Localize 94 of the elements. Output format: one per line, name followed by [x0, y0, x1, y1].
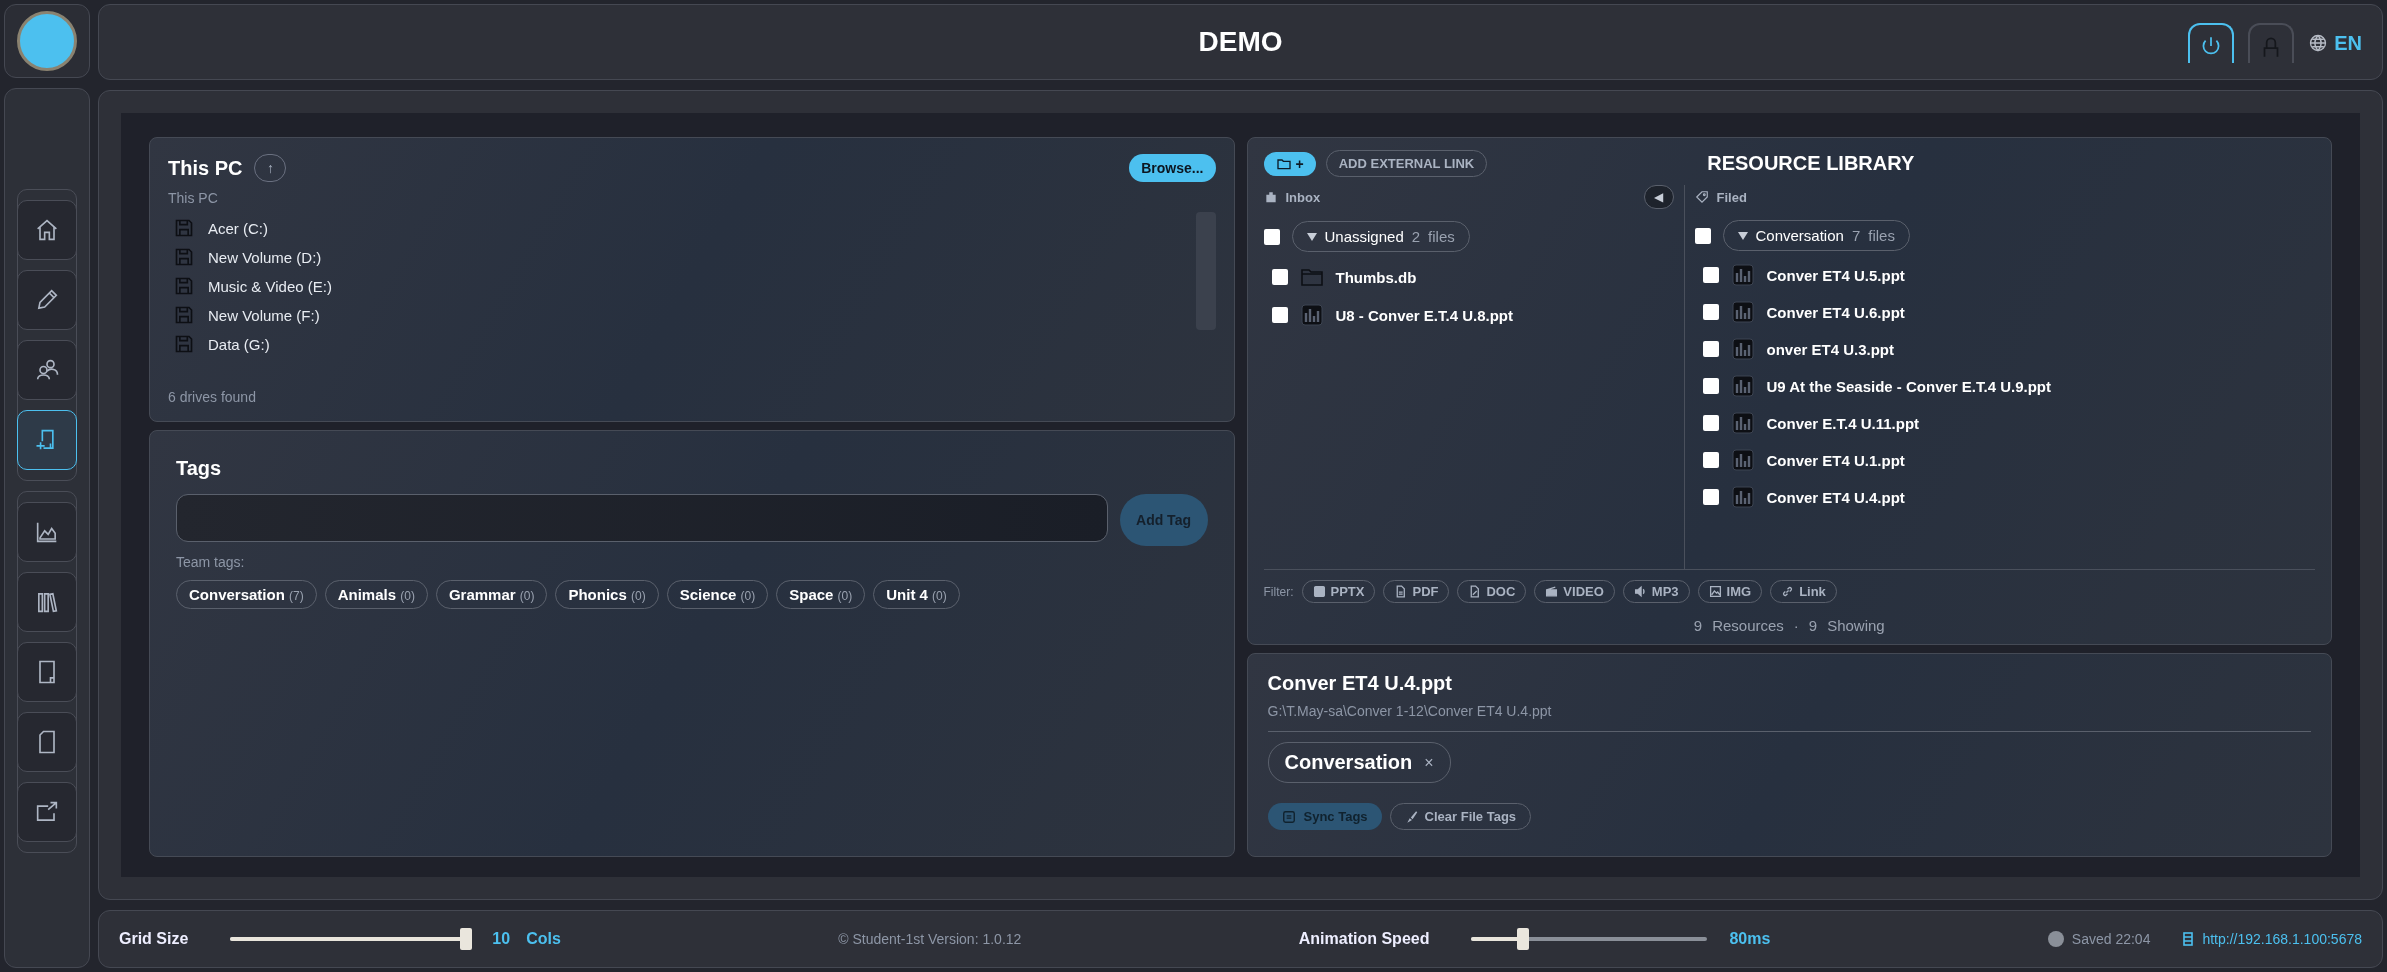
browse-button[interactable]: Browse...	[1129, 154, 1216, 182]
library-nav-button[interactable]	[17, 572, 77, 632]
home-nav-button[interactable]	[17, 200, 77, 260]
pdf-file-icon	[1394, 585, 1408, 598]
saved-status: Saved 22:04	[2071, 931, 2151, 947]
drive-item[interactable]: Data (G:)	[208, 335, 270, 353]
people-nav-button[interactable]	[17, 340, 77, 400]
app-title: DEMO	[1198, 26, 1283, 58]
drive-count: 6 drives found	[168, 389, 257, 405]
file-name[interactable]: Conver E.T.4 U.11.ppt	[1766, 414, 1920, 432]
pane-label: Filed	[1716, 189, 1747, 205]
checkbox[interactable]	[1702, 304, 1719, 320]
server-url-link[interactable]: http://192.168.1.100:5678	[2202, 931, 2362, 947]
speaker-icon	[1633, 585, 1647, 598]
checkbox[interactable]	[1702, 489, 1719, 505]
caret-down-icon	[1737, 231, 1748, 240]
checkbox[interactable]	[1271, 307, 1288, 323]
sync-icon	[1281, 809, 1296, 824]
animation-speed-label: Animation Speed	[1298, 930, 1430, 948]
chart-nav-button[interactable]	[17, 502, 77, 562]
animation-speed-value: 80ms	[1729, 930, 1771, 948]
file-name[interactable]: Conver ET4 U.1.ppt	[1766, 451, 1905, 469]
caret-down-icon	[1306, 232, 1317, 241]
bar-chart-file-icon	[1730, 337, 1755, 361]
tablet-nav-button[interactable]	[17, 642, 77, 702]
drive-item[interactable]: New Volume (F:)	[208, 306, 320, 324]
resource-count: 9	[1693, 617, 1703, 634]
bar-chart-file-icon	[1730, 485, 1755, 509]
checkbox[interactable]	[1271, 269, 1288, 285]
file-name[interactable]: Thumbs.db	[1335, 268, 1417, 286]
page-nav-button[interactable]	[17, 712, 77, 772]
drive-item[interactable]: New Volume (D:)	[208, 248, 322, 266]
tag-name: Conversation	[1284, 751, 1413, 774]
inbox-icon	[1263, 190, 1278, 204]
file-path: G:\T.May-sa\Conver 1-12\Conver ET4 U.4.ppt	[1267, 703, 2311, 732]
server-icon	[2182, 932, 2195, 946]
checkbox[interactable]	[1702, 341, 1719, 357]
slide-file-icon	[1312, 585, 1326, 598]
checkbox[interactable]	[1702, 415, 1719, 431]
tag-input-field[interactable]	[176, 494, 1108, 542]
document-edit-icon	[1468, 585, 1482, 598]
bar-chart-file-icon	[1299, 303, 1324, 327]
drive-item[interactable]: Acer (C:)	[208, 219, 268, 237]
file-name[interactable]: Conver ET4 U.5.ppt	[1766, 266, 1905, 284]
grid-size-unit: Cols	[526, 930, 561, 948]
checkbox[interactable]	[1263, 228, 1280, 245]
showing-label: Showing	[1827, 617, 1885, 634]
grid-size-label: Grid Size	[119, 930, 189, 948]
library-title: RESOURCE LIBRARY	[1707, 152, 1915, 175]
panel-title: This PC	[168, 156, 243, 180]
export-nav-button[interactable]	[17, 782, 77, 842]
file-name[interactable]: U9 At the Seaside - Conver E.T.4 U.9.ppt	[1766, 377, 2051, 395]
brush-icon	[1404, 809, 1419, 824]
checkbox[interactable]	[1702, 452, 1719, 468]
link-icon	[1781, 585, 1795, 598]
remove-tag-button[interactable]: ×	[1424, 753, 1434, 772]
separator-dot: ·	[1793, 617, 1799, 634]
panel-title: Tags	[176, 457, 223, 480]
team-tags-label: Team tags:	[176, 554, 246, 570]
checkbox[interactable]	[1702, 267, 1719, 283]
current-path: This PC	[168, 190, 219, 206]
power-button[interactable]	[2188, 23, 2235, 63]
resources-label: Resources	[1712, 617, 1784, 634]
globe-icon	[2308, 33, 2329, 53]
drive-item[interactable]: Music & Video (E:)	[208, 277, 332, 295]
image-icon	[1708, 585, 1722, 598]
pane-label: Inbox	[1285, 189, 1321, 205]
bar-chart-file-icon	[1730, 411, 1755, 435]
grid-size-value: 10	[492, 930, 511, 948]
bar-chart-file-icon	[1730, 448, 1755, 472]
version-text: © Student-1st Version: 1.0.12	[838, 931, 1022, 947]
tag-icon	[1694, 190, 1709, 204]
status-dot-icon	[2047, 931, 2064, 947]
filter-label: Filter:	[1263, 584, 1294, 599]
bar-chart-file-icon	[1730, 300, 1755, 324]
checkbox[interactable]	[1702, 378, 1719, 394]
logo-circle-icon[interactable]	[17, 11, 77, 71]
file-name[interactable]: Conver ET4 U.6.ppt	[1766, 303, 1905, 321]
file-name[interactable]: Conver ET4 U.4.ppt	[1766, 488, 1905, 506]
file-name[interactable]: onver ET4 U.3.ppt	[1766, 340, 1895, 358]
pencil-nav-button[interactable]	[17, 270, 77, 330]
showing-count: 9	[1808, 617, 1818, 634]
file-name[interactable]: U8 - Conver E.T.4 U.8.ppt	[1335, 306, 1514, 324]
slider-thumb[interactable]	[459, 928, 472, 950]
language-button[interactable]: EN	[2308, 31, 2362, 55]
file-title: Conver ET4 U.4.ppt	[1267, 672, 1453, 695]
clapperboard-icon	[1545, 585, 1559, 598]
collapse-button[interactable]: ◀	[1643, 185, 1674, 209]
checkbox[interactable]	[1694, 227, 1711, 244]
slider-thumb[interactable]	[1517, 928, 1530, 950]
bar-chart-file-icon	[1730, 263, 1755, 287]
bar-chart-file-icon	[1730, 374, 1755, 398]
add-folder-button[interactable]: +	[1263, 151, 1316, 176]
add-doc-nav-button[interactable]	[17, 410, 77, 470]
